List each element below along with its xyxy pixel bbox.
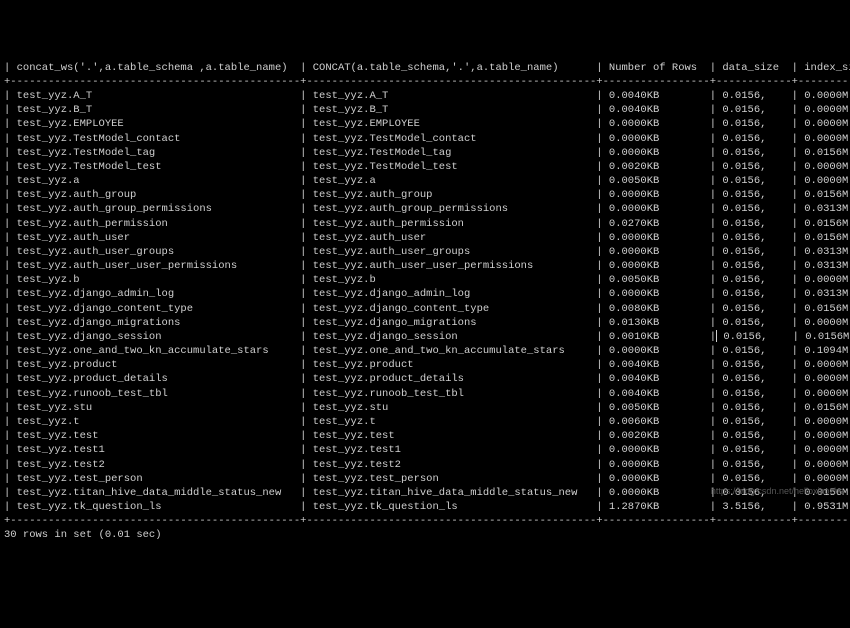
table-row: | test_yyz.TestModel_contact | test_yyz.… — [4, 132, 848, 146]
table-row: | test_yyz.EMPLOYEE | test_yyz.EMPLOYEE … — [4, 117, 848, 131]
table-row: | test_yyz.auth_user_groups | test_yyz.a… — [4, 245, 848, 259]
credit-text: https://blog.csdn.net/helloxiaozhe — [711, 485, 844, 497]
table-row: | test_yyz.test | test_yyz.test | 0.0020… — [4, 429, 848, 443]
table-row: | test_yyz.django_content_type | test_yy… — [4, 302, 848, 316]
text-cursor — [716, 330, 717, 342]
table-row: | test_yyz.test2 | test_yyz.test2 | 0.00… — [4, 458, 848, 472]
result-summary: 30 rows in set (0.01 sec) — [4, 528, 848, 542]
table-row: | test_yyz.t | test_yyz.t | 0.0060KB | 0… — [4, 415, 848, 429]
table-row: | test_yyz.tk_question_ls | test_yyz.tk_… — [4, 500, 848, 514]
table-row: | test_yyz.auth_user | test_yyz.auth_use… — [4, 231, 848, 245]
table-row: | test_yyz.test1 | test_yyz.test1 | 0.00… — [4, 443, 848, 457]
sql-result-table: | concat_ws('.',a.table_schema ,a.table_… — [4, 61, 848, 543]
table-row: | test_yyz.A_T | test_yyz.A_T | 0.0040KB… — [4, 89, 848, 103]
table-row: | test_yyz.product | test_yyz.product | … — [4, 358, 848, 372]
table-row: | test_yyz.runoob_test_tbl | test_yyz.ru… — [4, 387, 848, 401]
table-row: | test_yyz.TestModel_tag | test_yyz.Test… — [4, 146, 848, 160]
table-row: | test_yyz.a | test_yyz.a | 0.0050KB | 0… — [4, 174, 848, 188]
table-row: | test_yyz.auth_permission | test_yyz.au… — [4, 217, 848, 231]
table-row: | test_yyz.django_migrations | test_yyz.… — [4, 316, 848, 330]
table-row: | test_yyz.auth_user_user_permissions | … — [4, 259, 848, 273]
table-row: | test_yyz.test_person | test_yyz.test_p… — [4, 472, 848, 486]
table-row: | test_yyz.stu | test_yyz.stu | 0.0050KB… — [4, 401, 848, 415]
table-row: | test_yyz.TestModel_test | test_yyz.Tes… — [4, 160, 848, 174]
table-header: | concat_ws('.',a.table_schema ,a.table_… — [4, 61, 848, 75]
table-row: | test_yyz.product_details | test_yyz.pr… — [4, 372, 848, 386]
table-row: | test_yyz.django_admin_log | test_yyz.d… — [4, 287, 848, 301]
table-row: | test_yyz.b | test_yyz.b | 0.0050KB | 0… — [4, 273, 848, 287]
table-border: +---------------------------------------… — [4, 75, 848, 89]
table-row: | test_yyz.B_T | test_yyz.B_T | 0.0040KB… — [4, 103, 848, 117]
table-row: | test_yyz.one_and_two_kn_accumulate_sta… — [4, 344, 848, 358]
table-border: +---------------------------------------… — [4, 514, 848, 528]
table-row: | test_yyz.django_session | test_yyz.dja… — [4, 330, 848, 344]
table-row: | test_yyz.auth_group | test_yyz.auth_gr… — [4, 188, 848, 202]
table-row: | test_yyz.auth_group_permissions | test… — [4, 202, 848, 216]
